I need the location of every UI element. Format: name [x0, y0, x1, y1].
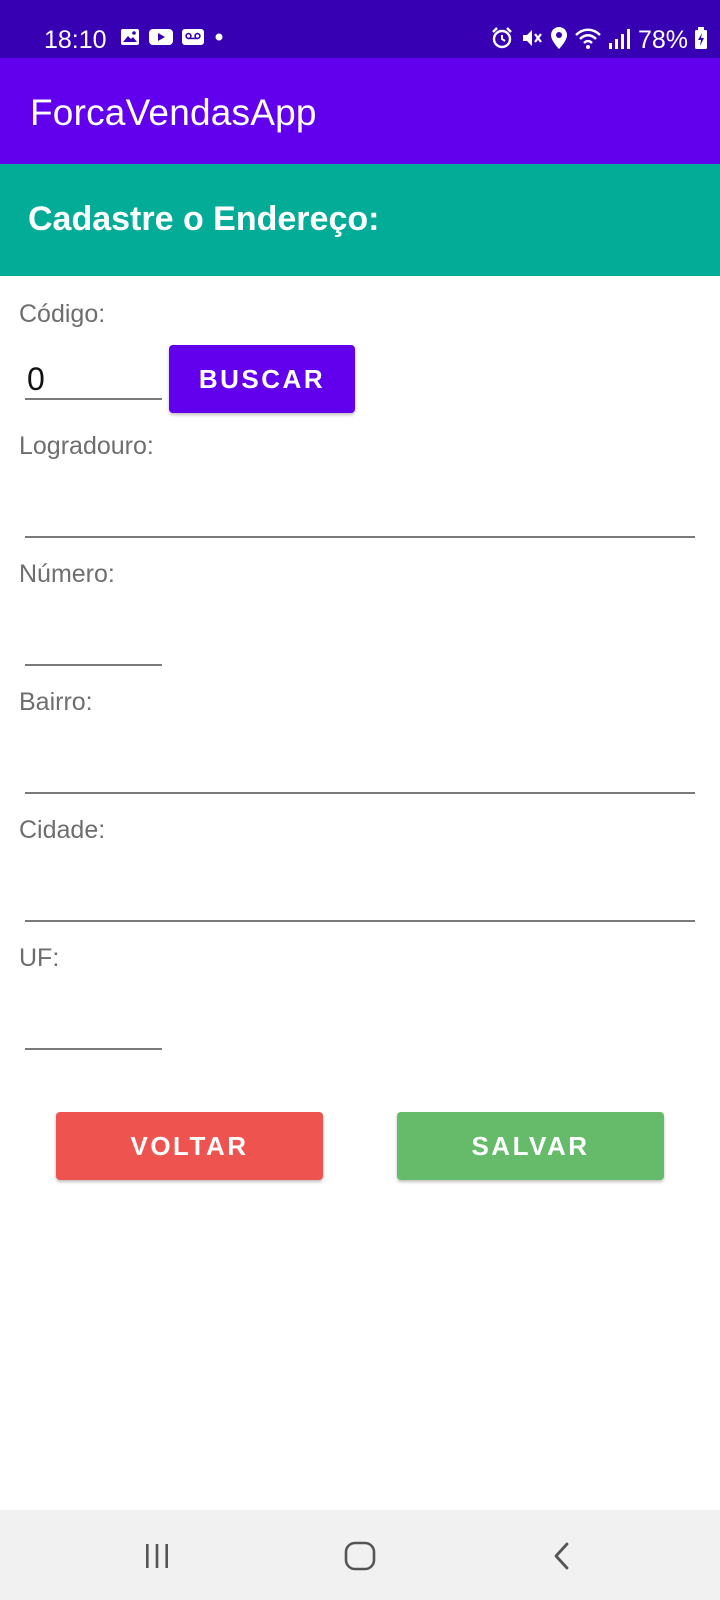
numero-label: Número:: [19, 560, 115, 588]
screen: 18:10 78% ForcaVendasApp Cadastre o Ende…: [0, 0, 720, 1600]
location-icon: [550, 26, 568, 55]
home-icon[interactable]: [340, 1536, 380, 1576]
dot-icon: [213, 28, 225, 51]
wifi-icon: [574, 26, 602, 55]
section-header: Cadastre o Endereço:: [0, 164, 720, 276]
cidade-label: Cidade:: [19, 816, 106, 844]
bairro-input[interactable]: [25, 754, 695, 794]
uf-input[interactable]: [25, 1010, 162, 1050]
numero-input[interactable]: [25, 626, 162, 666]
status-time: 18:10: [44, 26, 107, 54]
youtube-icon: [149, 28, 173, 51]
codigo-input[interactable]: [25, 360, 162, 400]
notification-icons: [120, 27, 225, 51]
mute-icon: [520, 26, 544, 55]
alarm-icon: [490, 26, 514, 55]
voltar-button[interactable]: VOLTAR: [56, 1112, 323, 1180]
voicemail-icon: [182, 28, 204, 51]
image-icon: [120, 28, 140, 51]
back-icon[interactable]: [542, 1536, 582, 1576]
status-bar: 18:10 78%: [0, 0, 720, 58]
salvar-button[interactable]: SALVAR: [397, 1112, 664, 1180]
section-title: Cadastre o Endereço:: [28, 200, 380, 238]
uf-label: UF:: [19, 944, 60, 972]
signal-icon: [608, 26, 630, 55]
app-title: ForcaVendasApp: [30, 92, 317, 133]
system-icons: 78%: [490, 26, 708, 54]
recent-apps-icon[interactable]: [137, 1536, 177, 1576]
bairro-label: Bairro:: [19, 688, 93, 716]
logradouro-label: Logradouro:: [19, 432, 154, 460]
cidade-input[interactable]: [25, 882, 695, 922]
buscar-button[interactable]: BUSCAR: [169, 345, 355, 413]
app-bar: ForcaVendasApp: [0, 58, 720, 164]
battery-percent: 78%: [637, 25, 688, 54]
battery-icon: [694, 26, 708, 55]
logradouro-input[interactable]: [25, 498, 695, 538]
codigo-label: Código:: [19, 300, 106, 328]
navigation-bar: [0, 1510, 720, 1600]
